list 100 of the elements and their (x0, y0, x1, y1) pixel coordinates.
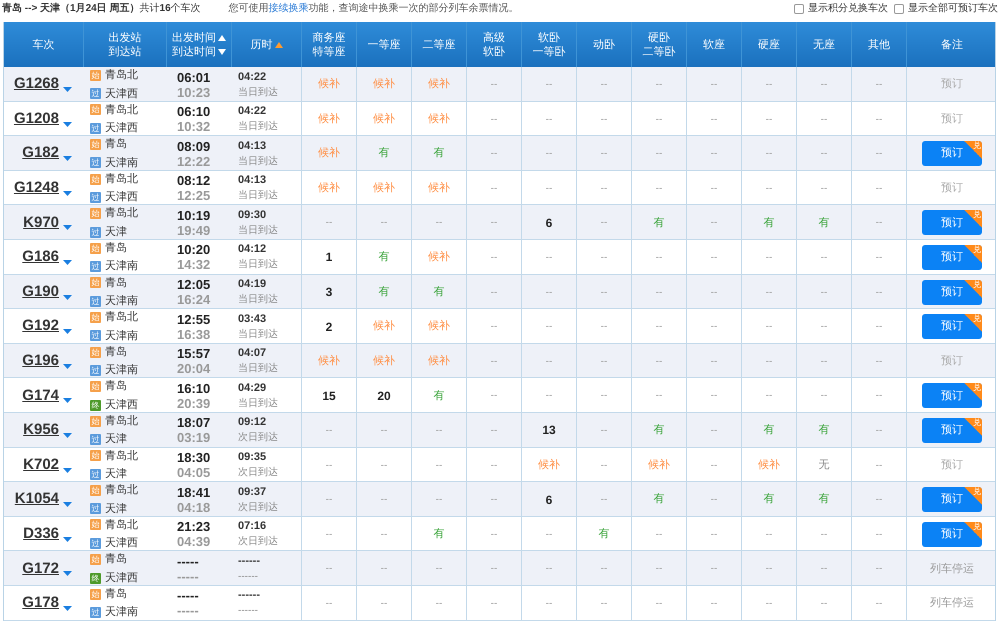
seat-availability: -- (820, 562, 828, 576)
station-tag: 始 (90, 242, 101, 254)
train-number-link[interactable]: G1248 (14, 177, 59, 200)
checkbox-label: 显示全部可预订车次 (908, 2, 998, 16)
caret-down-icon[interactable] (63, 432, 72, 438)
book-button[interactable]: 预订 兑 (922, 487, 982, 512)
sort-down-icon[interactable] (218, 48, 226, 54)
seat-availability: -- (326, 216, 332, 230)
train-number-link[interactable]: G172 (22, 558, 59, 580)
seat-availability: 候补 (428, 250, 450, 266)
train-number-link[interactable]: G178 (22, 592, 59, 615)
caret-down-icon[interactable] (63, 190, 72, 196)
seat-availability: 有 (764, 492, 774, 508)
station-name: 青岛 (105, 379, 127, 394)
seat-availability: 候补 (428, 354, 450, 369)
checkbox[interactable] (794, 4, 804, 14)
book-button[interactable]: 预订 兑 (922, 314, 982, 340)
seat-availability: -- (710, 78, 718, 92)
train-number-link[interactable]: G1208 (14, 108, 59, 130)
departure-time: 12:05 (177, 277, 212, 292)
seat-availability: 有 (818, 492, 830, 508)
seat-availability: -- (490, 112, 498, 127)
status-text: 列车停运 (930, 596, 974, 612)
caret-down-icon[interactable] (63, 156, 72, 162)
seat-availability: 候补 (373, 76, 395, 92)
train-number-link[interactable]: K1054 (14, 488, 59, 511)
seat-availability: -- (710, 493, 718, 508)
transfer-link[interactable]: 接续换乘 (268, 3, 309, 14)
caret-down-icon[interactable] (63, 502, 72, 508)
seat-availability: 候补 (318, 354, 340, 369)
station-tag: 始 (90, 208, 101, 220)
sort-up-icon[interactable] (274, 42, 282, 48)
seat-availability: 候补 (428, 180, 450, 196)
train-number-link[interactable]: D336 (23, 522, 59, 546)
caret-down-icon[interactable] (63, 536, 72, 542)
seat-availability: -- (876, 182, 882, 196)
transfer-notice: 您可使用接续换乘功能，查询途中换乘一次的部分列车余票情况。 (228, 2, 519, 16)
seat-availability: -- (380, 596, 388, 611)
sort-up-icon[interactable] (218, 34, 226, 40)
departure-time: 08:12 (177, 173, 212, 188)
seat-availability: -- (490, 562, 498, 576)
duration: ------ (238, 554, 261, 569)
station-name: 青岛北 (105, 206, 138, 222)
seat-availability: -- (876, 78, 882, 92)
seat-availability: -- (656, 147, 662, 162)
seat-availability: -- (656, 596, 662, 611)
caret-down-icon[interactable] (63, 225, 72, 230)
book-button[interactable]: 预订 兑 (922, 244, 982, 270)
caret-down-icon[interactable] (63, 364, 72, 369)
train-number-link[interactable]: K702 (23, 454, 59, 476)
seat-availability: -- (600, 458, 608, 473)
seat-availability: 1 (326, 249, 332, 266)
station-tag: 始 (90, 554, 101, 566)
station-name: 天津南 (105, 605, 138, 620)
caret-down-icon[interactable] (63, 606, 72, 611)
train-number-link[interactable]: G190 (22, 280, 59, 304)
column-heading: 一等座 (368, 38, 400, 52)
seat-availability: -- (876, 458, 882, 473)
book-button[interactable]: 预订 兑 (922, 210, 982, 236)
caret-down-icon[interactable] (63, 468, 72, 473)
station-name: 天津南 (105, 156, 138, 171)
train-number-link[interactable]: G186 (22, 246, 59, 269)
train-number-link[interactable]: K970 (23, 212, 59, 234)
train-number-link[interactable]: G182 (22, 142, 59, 165)
seat-availability: -- (766, 182, 772, 196)
caret-down-icon[interactable] (63, 329, 72, 334)
book-button[interactable]: 预订 兑 (922, 522, 982, 547)
caret-down-icon[interactable] (63, 87, 72, 92)
seat-availability: 有 (818, 423, 830, 438)
seat-availability: -- (436, 424, 442, 438)
column-heading: 硬座 (758, 38, 780, 52)
train-number-link[interactable]: G192 (22, 315, 59, 338)
checkbox[interactable] (894, 4, 904, 14)
arrival-day: 当日到达 (238, 292, 301, 308)
train-number-link[interactable]: K956 (23, 419, 59, 442)
seat-availability: -- (546, 320, 552, 334)
train-number-link[interactable]: G1268 (14, 73, 59, 96)
book-button[interactable]: 预订 兑 (922, 418, 982, 443)
column-heading: 硬卧 (648, 30, 670, 44)
duration: 04:19 (238, 277, 268, 292)
seat-availability: 候补 (373, 354, 395, 369)
caret-down-icon[interactable] (63, 294, 72, 300)
caret-down-icon[interactable] (63, 122, 72, 127)
caret-down-icon[interactable] (63, 571, 72, 576)
book-button[interactable]: 预订 兑 (922, 141, 982, 166)
seat-availability: -- (766, 596, 772, 611)
seat-availability: -- (490, 286, 498, 300)
seat-availability: -- (710, 458, 718, 473)
book-button[interactable]: 预订 兑 (922, 280, 982, 305)
seat-availability: -- (766, 147, 772, 162)
book-button[interactable]: 预订 兑 (922, 383, 982, 408)
seat-availability: -- (490, 528, 498, 542)
arrival-day: 次日到达 (238, 430, 301, 446)
train-number-link[interactable]: G196 (22, 350, 59, 372)
seat-availability: -- (876, 596, 882, 611)
caret-down-icon[interactable] (63, 398, 72, 404)
train-number-link[interactable]: G174 (22, 384, 59, 408)
column-heading: 无座 (813, 38, 835, 52)
caret-down-icon[interactable] (63, 260, 72, 265)
station-tag: 过 (90, 503, 101, 514)
